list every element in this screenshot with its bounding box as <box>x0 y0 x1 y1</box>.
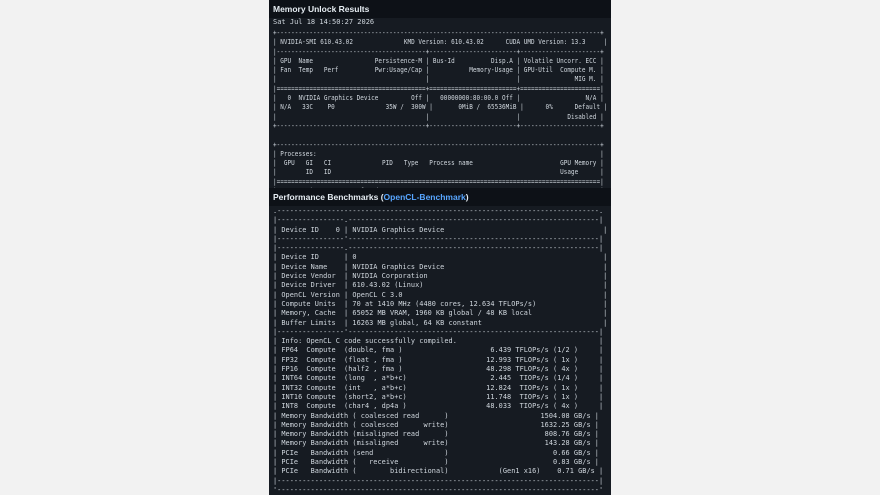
terminal-line: | Memory, Cache | 65052 MB VRAM, 1960 KB… <box>273 309 608 318</box>
opencl-benchmark-output: .---------------------------------------… <box>273 207 607 495</box>
terminal-line: | PCIe Bandwidth (send ) 0.66 GB/s | <box>273 448 599 457</box>
terminal-line: .---------------------------------------… <box>273 207 604 215</box>
results-panel: Memory Unlock Results Sat Jul 18 14:50:2… <box>269 0 611 495</box>
opencl-benchmark-link[interactable]: OpenCL-Benchmark <box>384 192 466 202</box>
terminal-line: | Device Name | NVIDIA Graphics Device | <box>273 262 608 271</box>
terminal-line: | Fan Temp Perf Pwr:Usage/Cap | Memory-U… <box>273 66 604 75</box>
terminal-line: | Memory Bandwidth (misaligned write) 14… <box>273 439 599 448</box>
terminal-line: | Info: OpenCL C code successfully compi… <box>273 337 604 346</box>
terminal-line: |=======================================… <box>273 84 604 93</box>
terminal-line: | Buffer Limits | 16263 MB global, 64 KB… <box>273 318 608 327</box>
terminal-line: | GPU Name Persistence-M | Bus-Id Disp.A… <box>273 56 604 65</box>
terminal-line: | FP64 Compute (double, fma ) 6.439 TFLO… <box>273 346 604 355</box>
terminal-line: | FP32 Compute (float , fma ) 12.993 TFL… <box>273 355 604 364</box>
terminal-line: |----------------'----------------------… <box>273 234 604 243</box>
terminal-line: | OpenCL Version | OpenCL C 3.0 | <box>273 290 608 299</box>
terminal-line: | PCIe Bandwidth ( receive ) 0.83 GB/s | <box>273 458 599 467</box>
terminal-line: | Device ID | 0 | <box>273 253 608 262</box>
terminal-line: | Memory Bandwidth ( coalesced write) 16… <box>273 420 599 429</box>
terminal-line: +---------------------------------------… <box>273 140 604 149</box>
performance-benchmarks-header: Performance Benchmarks (OpenCL-Benchmark… <box>269 188 611 206</box>
nvidia-smi-output: +---------------------------------------… <box>273 29 607 206</box>
benchmarks-title-suffix: ) <box>465 192 469 202</box>
terminal-line: |----------------.----------------------… <box>273 244 604 253</box>
terminal-line: | Compute Units | 70 at 1410 MHz (4480 c… <box>273 299 608 308</box>
terminal-line: | Processes: | <box>273 149 604 158</box>
terminal-line: | | | MIG M. | <box>273 75 604 84</box>
terminal-line: +---------------------------------------… <box>273 29 604 37</box>
terminal-line: | Device Vendor | NVIDIA Corporation | <box>273 272 608 281</box>
benchmarks-title-prefix: Performance Benchmarks ( <box>273 192 384 202</box>
terminal-line: | Memory Bandwidth (misaligned read ) 80… <box>273 430 599 439</box>
terminal-line: | | | Disabled | <box>273 112 604 121</box>
terminal-line: |=======================================… <box>273 177 604 186</box>
terminal-line: | NVIDIA-SMI 610.43.02 KMD Version: 610.… <box>273 38 608 47</box>
memory-unlock-title: Memory Unlock Results <box>273 4 370 14</box>
timestamp: Sat Jul 18 14:50:27 2026 <box>273 18 375 26</box>
terminal-line: | INT16 Compute (short2, a*b+c) 11.748 T… <box>273 392 604 401</box>
terminal-line: | GPU GI CI PID Type Process name GPU Me… <box>273 159 604 168</box>
terminal-line: +---------------------------------------… <box>273 121 604 130</box>
terminal-line: | N/A 33C P0 35W / 300W | 0MiB / 65536Mi… <box>273 103 608 112</box>
terminal-line: | Device Driver | 610.43.02 (Linux) | <box>273 281 608 290</box>
terminal-line: |----------------'----------------------… <box>273 327 604 336</box>
terminal-line: | INT64 Compute (long , a*b+c) 2.445 TIO… <box>273 374 604 383</box>
memory-unlock-header: Memory Unlock Results <box>269 0 611 18</box>
terminal-line: | Device ID 0 | NVIDIA Graphics Device | <box>273 225 608 234</box>
terminal-line: '---------------------------------------… <box>273 485 604 494</box>
terminal-line: | FP16 Compute (half2 , fma ) 48.298 TFL… <box>273 365 604 374</box>
terminal-line: | ID ID Usage | <box>273 168 604 177</box>
terminal-line: | INT32 Compute (int , a*b+c) 12.824 TIO… <box>273 383 604 392</box>
terminal-line: |----------------.----------------------… <box>273 216 604 225</box>
terminal-line: | 0 NVIDIA Graphics Device Off | 0000000… <box>273 94 604 103</box>
terminal-line: |---------------------------------------… <box>273 476 604 485</box>
terminal-line: |---------------------------------------… <box>273 47 604 56</box>
terminal-line: | INT8 Compute (char4 , dp4a ) 48.033 TI… <box>273 402 604 411</box>
terminal-line: | PCIe Bandwidth ( bidirectional) (Gen1 … <box>273 467 604 476</box>
terminal-line: | Memory Bandwidth ( coalesced read ) 15… <box>273 411 599 420</box>
